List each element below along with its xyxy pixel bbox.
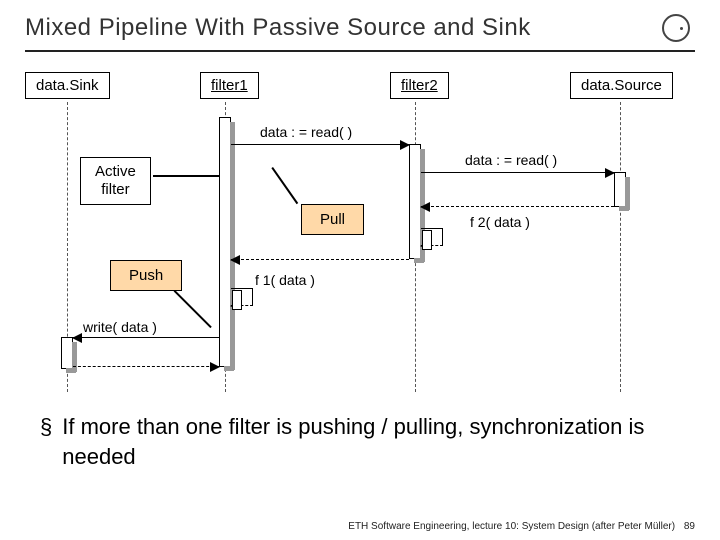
bullet-text: § If more than one filter is pushing / p… [0, 392, 720, 471]
callout-line-active [153, 175, 220, 177]
msg-label-f2: f 2( data ) [470, 214, 530, 230]
activation-source [614, 172, 626, 207]
callout-active-filter-text: Activefilter [95, 163, 136, 198]
callout-active-filter: Activefilter [80, 157, 151, 205]
callout-push-text: Push [129, 267, 163, 284]
lifeline-head-filter2: filter2 [390, 72, 449, 99]
lifeline-head-sink: data.Sink [25, 72, 110, 99]
callout-pull: Pull [301, 204, 364, 235]
footer-text: ETH Software Engineering, lecture 10: Sy… [348, 521, 675, 532]
arrow-write-return [73, 366, 219, 367]
arrow-write [73, 337, 219, 338]
msg-label-f1: f 1( data ) [255, 272, 315, 288]
msg-label-read2: data : = read( ) [465, 152, 557, 168]
callout-line-pull [272, 167, 298, 204]
callout-pull-text: Pull [320, 211, 345, 228]
sequence-diagram: data.Sink filter1 filter2 data.Source Ac… [25, 72, 695, 392]
msg-label-write: write( data ) [83, 319, 157, 335]
arrow-read2-return [421, 206, 614, 207]
eth-logo-icon [662, 14, 690, 42]
callout-line-push [174, 290, 212, 328]
activation-f1-self [232, 290, 242, 310]
lifeline-source [620, 102, 621, 392]
lifeline-head-source: data.Source [570, 72, 673, 99]
page-number: 89 [684, 521, 695, 532]
activation-filter1 [219, 117, 231, 367]
bullet-content: If more than one filter is pushing / pul… [62, 412, 680, 471]
page-title: Mixed Pipeline With Passive Source and S… [25, 14, 531, 42]
arrow-read1-return [231, 259, 409, 260]
callout-push: Push [110, 260, 182, 291]
arrow-read1 [231, 144, 409, 145]
arrow-read2 [421, 172, 614, 173]
lifeline-head-filter1: filter1 [200, 72, 259, 99]
msg-label-read1: data : = read( ) [260, 124, 352, 140]
activation-f2-self [422, 230, 432, 250]
footer: ETH Software Engineering, lecture 10: Sy… [348, 521, 695, 532]
divider [25, 50, 695, 52]
bullet-icon: § [40, 412, 52, 471]
